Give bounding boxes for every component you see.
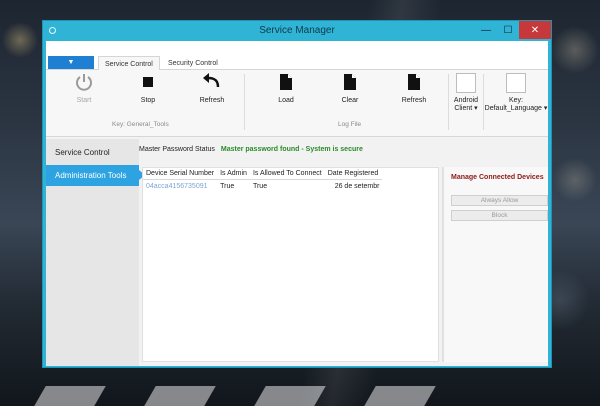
tab-service-control[interactable]: Service Control [98,56,160,71]
stop-icon [141,72,155,92]
sidebar-item-service-control[interactable]: Service Control [46,142,139,163]
devices-table-container: Device Serial Number Is Admin Is Allowed… [142,167,439,362]
sidebar-item-label: Administration Tools [55,171,127,180]
document-icon [343,72,357,92]
clear-log-button[interactable]: Clear [328,72,372,108]
maximize-button[interactable]: ☐ [497,21,519,39]
refresh-log-button[interactable]: Refresh [392,72,436,108]
is-admin-cell: True [220,183,235,190]
start-label: Start [76,97,92,104]
close-button[interactable]: ✕ [519,21,551,39]
android-client-icon [456,73,476,93]
device-serial-cell: 04acca4156735091 [146,183,208,190]
block-button[interactable]: Block [451,210,548,221]
column-header[interactable]: Is Allowed To Connect [249,168,325,180]
android-client-label: Android Client ▾ [453,97,479,112]
always-allow-button[interactable]: Always Allow [451,195,548,206]
background-stripe [364,386,436,406]
document-icon [279,72,293,92]
document-icon [407,72,421,92]
ribbon-separator [448,74,449,130]
window-client: ▼ Service Control Security Control Start… [46,41,548,366]
background-stripe [144,386,216,406]
sidebar: Service Control Administration Tools [46,139,145,366]
sidebar-item-administration-tools[interactable]: Administration Tools [46,165,145,186]
menu-bar [46,41,548,55]
service-manager-window: Service Manager — ☐ ✕ ▼ Service Control … [42,20,552,368]
status-value: Master password found - System is secure [220,145,363,153]
is-allowed-cell: True [252,183,268,190]
ribbon-tabs: ▼ Service Control Security Control [46,55,548,71]
language-dropdown[interactable]: Key: Default_Language ▾ [484,71,548,119]
tab-security-control[interactable]: Security Control [162,56,224,70]
stop-label: Stop [140,97,156,104]
load-label: Load [278,97,294,104]
ribbon: Start Stop Refresh Key: General_Tools Lo… [46,70,548,137]
background-stripe [254,386,326,406]
title-bar[interactable]: Service Manager — ☐ ✕ [43,21,551,41]
start-button[interactable]: Start [62,72,106,108]
manage-devices-panel: Manage Connected Devices Always Allow Bl… [442,167,548,362]
panel-title: Manage Connected Devices [451,174,544,181]
master-password-status: Master Password Status Master password f… [139,139,363,159]
language-key-label: Key: [508,97,523,104]
stop-button[interactable]: Stop [126,72,170,108]
minimize-button[interactable]: — [475,21,497,39]
language-icon [506,73,526,93]
background-stripe [34,386,106,406]
table-header-row: Device Serial Number Is Admin Is Allowed… [143,168,383,180]
table-row[interactable]: 04acca4156735091 True True 26 de setembr [143,180,382,194]
refresh-service-label: Refresh [199,97,225,104]
column-header[interactable]: Is Admin [217,168,250,180]
column-header[interactable]: Device Serial Number [143,168,218,180]
refresh-log-label: Refresh [401,97,427,104]
devices-table: Device Serial Number Is Admin Is Allowed… [143,168,383,194]
general-tools-group-label: Key: General_Tools [112,121,169,128]
android-client-dropdown[interactable]: Android Client ▾ [451,71,481,119]
power-icon [75,72,93,92]
column-header[interactable]: Date Registered [324,168,383,180]
file-menu-button[interactable]: ▼ [48,56,94,69]
status-label: Master Password Status [139,145,215,153]
date-registered-cell: 26 de setembr [334,183,380,190]
log-file-group-label: Log File [338,121,362,128]
language-value-label: Default_Language ▾ [484,105,548,112]
ribbon-separator [244,74,245,130]
clear-label: Clear [341,97,359,104]
load-log-button[interactable]: Load [264,72,308,108]
refresh-service-button[interactable]: Refresh [190,72,234,108]
refresh-icon [202,72,222,92]
